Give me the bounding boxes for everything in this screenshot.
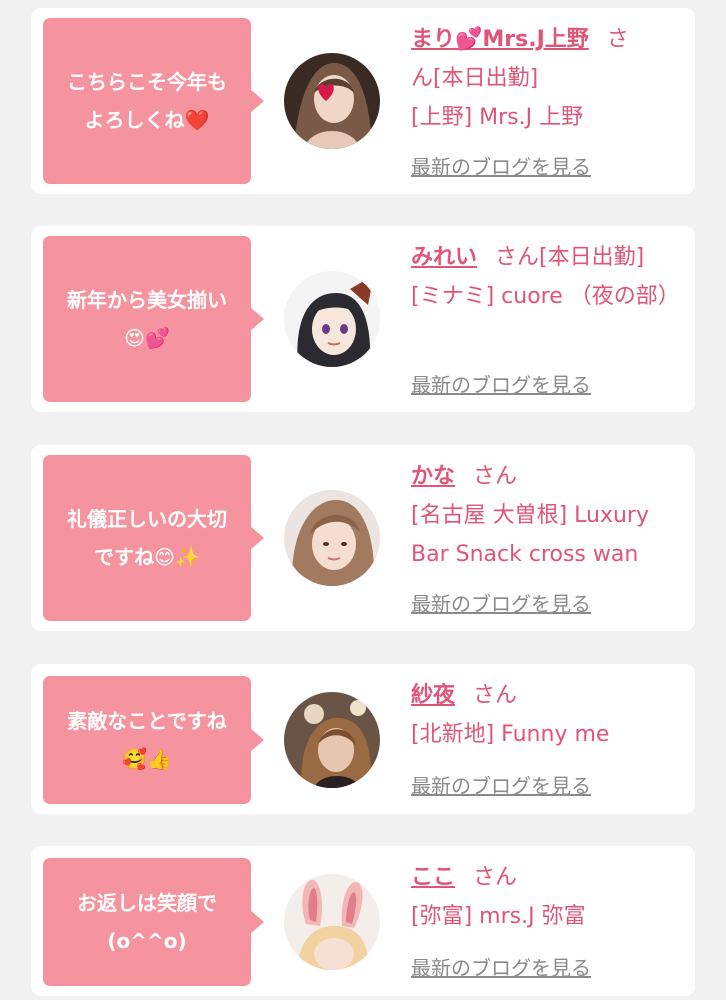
shop-name: [ミナミ] cuore （夜の部）: [411, 284, 680, 309]
user-info: ここ さん [弥富] mrs.J 弥富: [411, 858, 686, 936]
latest-blog-link[interactable]: 最新のブログを見る: [411, 952, 591, 981]
user-info: かな さん [名古屋 大曽根] Luxury Bar Snack cross wa…: [411, 457, 686, 574]
message-text: 素敵なことですね 🥰👍: [67, 709, 227, 771]
reply-card: 新年から美女揃い 😍💕 みれい さん[本日出勤] [ミナミ] cuore （夜の部…: [31, 226, 695, 412]
status-text: ん[本日出勤]: [411, 66, 539, 91]
user-name-link[interactable]: まり💕Mrs.J上野: [411, 27, 589, 52]
avatar[interactable]: [284, 490, 380, 586]
user-name-link[interactable]: 紗夜: [411, 683, 455, 708]
comment-reply-list: こちらこそ今年も よろしくね❤️ まり💕Mrs.J上野さ ん[本日出勤] [上野…: [0, 0, 726, 1000]
honorific-suffix: さ: [606, 27, 629, 52]
honorific-suffix: さん: [473, 464, 518, 489]
message-text: 礼儀正しいの大切 ですね😊✨: [67, 507, 227, 569]
honorific-suffix: さん: [473, 865, 518, 890]
avatar[interactable]: [284, 271, 380, 367]
reply-card: 礼儀正しいの大切 ですね😊✨ かな さん [名古屋 大曽根] Luxury Bar…: [31, 445, 695, 631]
message-text: お返しは笑顔で (o^^o): [77, 891, 217, 953]
shop-name: [弥富] mrs.J 弥富: [411, 904, 586, 929]
avatar[interactable]: [284, 874, 380, 970]
message-bubble: 礼儀正しいの大切 ですね😊✨: [43, 455, 264, 621]
message-bubble: こちらこそ今年も よろしくね❤️: [43, 18, 264, 184]
latest-blog-link[interactable]: 最新のブログを見る: [411, 588, 591, 617]
profile-photo-icon: [284, 692, 380, 788]
message-text: こちらこそ今年も よろしくね❤️: [67, 70, 227, 132]
latest-blog-link[interactable]: 最新のブログを見る: [411, 770, 591, 799]
shop-name: [上野] Mrs.J 上野: [411, 105, 584, 130]
user-name-link[interactable]: ここ: [411, 865, 455, 890]
bunny-ears-photo-icon: [284, 874, 380, 970]
avatar[interactable]: [284, 692, 380, 788]
reply-card: お返しは笑顔で (o^^o) ここ さん [弥富] mrs.J 弥富 最新のブログ…: [31, 846, 695, 996]
anime-avatar-icon: [284, 271, 380, 367]
latest-blog-link[interactable]: 最新のブログを見る: [411, 151, 591, 180]
shop-name: [北新地] Funny me: [411, 722, 610, 747]
user-info: まり💕Mrs.J上野さ ん[本日出勤] [上野] Mrs.J 上野: [411, 20, 686, 137]
profile-photo-icon: [284, 53, 380, 149]
message-bubble: お返しは笑顔で (o^^o): [43, 858, 264, 986]
user-info: 紗夜 さん [北新地] Funny me: [411, 676, 686, 754]
user-name-link[interactable]: かな: [411, 464, 455, 489]
reply-card: こちらこそ今年も よろしくね❤️ まり💕Mrs.J上野さ ん[本日出勤] [上野…: [31, 8, 695, 194]
reply-card: 素敵なことですね 🥰👍 紗夜 さん [北新地] Funny me 最新のブログを見…: [31, 664, 695, 814]
latest-blog-link[interactable]: 最新のブログを見る: [411, 369, 591, 398]
user-name-link[interactable]: みれい: [411, 245, 477, 270]
profile-photo-icon: [284, 490, 380, 586]
message-text: 新年から美女揃い 😍💕: [67, 288, 227, 350]
honorific-suffix: さん[本日出勤]: [495, 245, 645, 270]
honorific-suffix: さん: [473, 683, 518, 708]
shop-name: [名古屋 大曽根] Luxury Bar Snack cross wan: [411, 503, 649, 567]
avatar[interactable]: [284, 53, 380, 149]
message-bubble: 新年から美女揃い 😍💕: [43, 236, 264, 402]
message-bubble: 素敵なことですね 🥰👍: [43, 676, 264, 804]
user-info: みれい さん[本日出勤] [ミナミ] cuore （夜の部）: [411, 238, 686, 316]
